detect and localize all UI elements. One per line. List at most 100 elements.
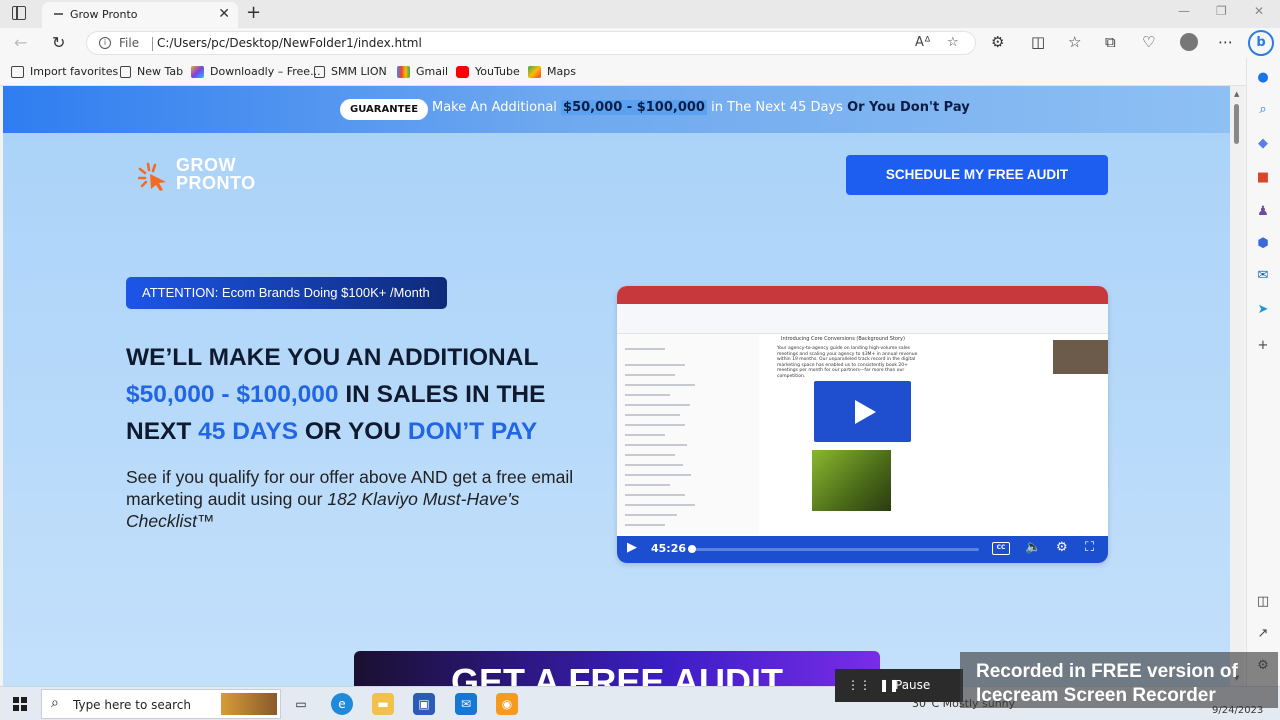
close-window-icon[interactable]: ✕ (1254, 4, 1264, 18)
control-play-icon[interactable]: ▶ (627, 540, 637, 555)
address-input[interactable]: i File C:/Users/pc/Desktop/NewFolder1/in… (86, 31, 976, 55)
split-screen-icon[interactable]: ◫ (1031, 33, 1045, 51)
address-separator (152, 37, 153, 51)
hero-subtext: See if you qualify for our offer above A… (126, 467, 574, 531)
address-prefix: File (119, 36, 140, 50)
video-webcam-overlay (1053, 340, 1108, 374)
video-controls: ▶ 45:26 CC 🔈 ⚙ ⛶ (617, 536, 1108, 563)
recorder-control-bar: ⋮⋮ ❚❚ Pause (835, 669, 963, 702)
logo-text: GROW PRONTO (176, 155, 256, 193)
bing-copilot-icon[interactable]: b (1248, 30, 1274, 56)
favorite-star-icon[interactable]: ☆ (947, 35, 959, 50)
page-icon (314, 65, 325, 78)
page-scrollbar[interactable]: ▲ ▼ (1230, 86, 1244, 686)
video-progress-bar[interactable] (689, 548, 979, 551)
fav-downloadly[interactable]: Downloadly – Free... (191, 65, 321, 78)
guarantee-banner: GUARANTEE Make An Additional $50,000 - $… (3, 86, 1230, 133)
video-play-button[interactable] (814, 381, 911, 442)
volume-icon[interactable]: 🔈 (1025, 540, 1041, 555)
video-doc-outline (617, 334, 759, 534)
video-doc-title: Introducing Core Conversions (Background… (781, 336, 905, 342)
tab-bar: Grow Pronto ✕ + — ❐ ✕ (0, 0, 1280, 28)
browser-essentials-icon[interactable]: ♡ (1142, 33, 1155, 51)
scroll-up-icon[interactable]: ▲ (1234, 90, 1239, 98)
search-icon: ⌕ (51, 695, 59, 711)
favorites-icon[interactable]: ☆ (1068, 33, 1081, 51)
refresh-icon[interactable]: ↻ (52, 33, 65, 52)
attention-badge: ATTENTION: Ecom Brands Doing $100K+ /Mon… (126, 277, 447, 309)
address-bar-row: ← ↻ i File C:/Users/pc/Desktop/NewFolder… (0, 28, 1280, 58)
icecream-recorder-icon[interactable]: ◉ (496, 693, 518, 715)
minimize-icon[interactable]: — (1178, 4, 1190, 18)
url-text[interactable]: C:/Users/pc/Desktop/NewFolder1/index.htm… (157, 36, 422, 50)
gmail-icon (397, 65, 410, 78)
sidebar-panel-icon[interactable]: ◫ (1255, 594, 1271, 610)
tab-actions-icon[interactable] (12, 6, 26, 20)
fav-smm-lion[interactable]: SMM LION (314, 65, 387, 78)
extensions-icon[interactable]: ⚙ (991, 33, 1004, 51)
downloadly-icon (191, 65, 204, 78)
sidebar-tools-icon[interactable]: ■ (1255, 170, 1271, 186)
tab-title: Grow Pronto (70, 8, 138, 21)
edge-browser-icon[interactable]: e (331, 693, 353, 715)
schedule-audit-button[interactable]: SCHEDULE MY FREE AUDIT (846, 155, 1108, 195)
more-menu-icon[interactable]: ⋯ (1218, 33, 1233, 51)
captions-icon[interactable]: CC (992, 542, 1010, 555)
import-icon (11, 65, 24, 78)
task-view-icon[interactable]: ▭ (290, 693, 312, 715)
collections-icon[interactable]: ⧉ (1105, 33, 1116, 51)
search-highlight-image[interactable] (221, 693, 277, 715)
video-doc-paragraph: Your agency-to-agency guide on landing h… (777, 346, 918, 379)
sidebar-external-icon[interactable]: ↗ (1255, 626, 1271, 642)
sidebar-add-icon[interactable]: + (1255, 338, 1271, 354)
tab-grow-pronto[interactable]: Grow Pronto ✕ (42, 2, 238, 28)
fullscreen-icon[interactable]: ⛶ (1085, 540, 1094, 555)
guarantee-badge: GUARANTEE (340, 99, 429, 120)
fav-new-tab[interactable]: New Tab (120, 65, 183, 78)
drag-handle-icon[interactable]: ⋮⋮ (847, 678, 871, 692)
file-explorer-icon[interactable]: ▬ (372, 693, 394, 715)
get-free-audit-button[interactable]: GET A FREE AUDIT (354, 651, 880, 686)
sidebar-m365-icon[interactable]: ⬢ (1255, 236, 1271, 252)
video-duration: 45:26 (651, 542, 687, 555)
video-frame-toolbar (617, 304, 1108, 334)
back-icon[interactable]: ← (14, 33, 27, 52)
fav-maps[interactable]: Maps (528, 65, 576, 78)
maximize-icon[interactable]: ❐ (1216, 4, 1227, 18)
scroll-thumb[interactable] (1234, 104, 1239, 144)
video-frame-chrome (617, 286, 1108, 304)
web-page: GUARANTEE Make An Additional $50,000 - $… (3, 86, 1230, 686)
video-doc-image (812, 450, 891, 511)
tab-favicon-icon (54, 13, 63, 15)
sidebar-shopping-icon[interactable]: ◆ (1255, 136, 1271, 152)
tab-close-icon[interactable]: ✕ (218, 6, 230, 22)
profile-avatar[interactable] (1180, 33, 1198, 51)
fav-import[interactable]: Import favorites (11, 65, 118, 78)
info-icon[interactable]: i (99, 37, 111, 49)
banner-text: Make An Additional $50,000 - $100,000 in… (432, 100, 970, 115)
pause-button[interactable]: Pause (895, 678, 930, 692)
favorites-bar: Import favorites New Tab Downloadly – Fr… (0, 58, 1280, 86)
settings-gear-icon[interactable]: ⚙ (1056, 540, 1068, 555)
sidebar-notification-icon[interactable]: ● (1255, 70, 1271, 86)
microsoft-store-icon[interactable]: ▣ (413, 693, 435, 715)
youtube-icon (456, 65, 469, 78)
sidebar-outlook-icon[interactable]: ✉ (1255, 268, 1271, 284)
edge-sidebar: ● ⌕ ◆ ■ ♟ ⬢ ✉ ➤ + ◫ ↗ ⚙ (1246, 58, 1280, 686)
video-player[interactable]: Introducing Core Conversions (Background… (617, 286, 1108, 563)
windows-start-icon[interactable] (13, 697, 27, 711)
fav-youtube[interactable]: YouTube (456, 65, 520, 78)
mail-icon[interactable]: ✉ (455, 693, 477, 715)
sidebar-games-icon[interactable]: ♟ (1255, 204, 1271, 220)
new-tab-button[interactable]: + (246, 2, 261, 23)
read-aloud-icon[interactable]: Aᐞ (915, 35, 931, 50)
page-icon (120, 65, 131, 78)
fav-gmail[interactable]: Gmail (397, 65, 448, 78)
video-progress-handle[interactable] (687, 545, 696, 553)
sidebar-search-icon[interactable]: ⌕ (1255, 102, 1271, 118)
maps-icon (528, 65, 541, 78)
taskbar-search-placeholder: Type here to search (73, 698, 191, 712)
sidebar-send-icon[interactable]: ➤ (1255, 302, 1271, 318)
recorder-watermark: Recorded in FREE version of Icecream Scr… (960, 652, 1278, 708)
hero-headline: WE’LL MAKE YOU AN ADDITIONAL $50,000 - $… (126, 344, 546, 445)
